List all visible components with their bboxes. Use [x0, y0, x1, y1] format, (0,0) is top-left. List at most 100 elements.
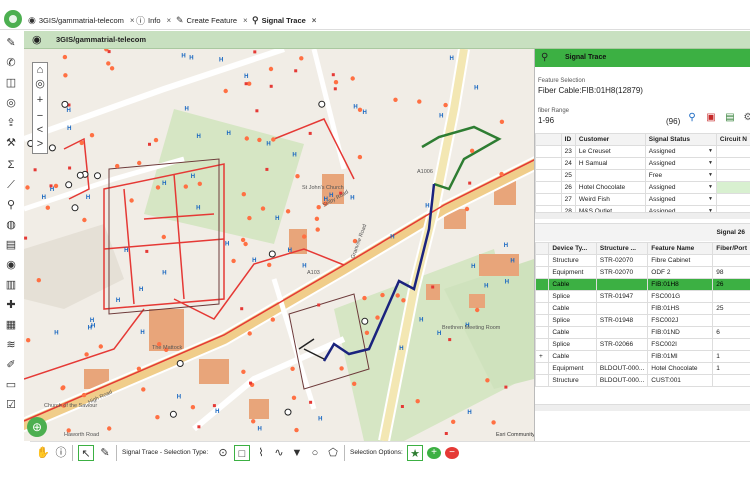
map-point-marker[interactable]: [475, 307, 480, 313]
splice-marker[interactable]: [431, 285, 435, 289]
map-point-marker[interactable]: [190, 405, 196, 410]
map-point-marker[interactable]: [153, 137, 159, 143]
export-icon[interactable]: ▣: [705, 112, 717, 124]
splice-marker[interactable]: [444, 432, 448, 435]
handhole-marker[interactable]: H: [450, 56, 454, 62]
map-point-marker[interactable]: [260, 206, 266, 211]
map-point-marker[interactable]: [109, 66, 115, 71]
map-point-marker[interactable]: [291, 395, 297, 400]
table-row[interactable]: Equipment STR-02070 ODF 2 98: [535, 266, 750, 279]
map-point-marker[interactable]: [469, 148, 475, 153]
map-point-marker[interactable]: [244, 136, 249, 141]
tag-icon[interactable]: ✐: [3, 357, 19, 373]
splice-marker[interactable]: [269, 84, 273, 88]
handhole-marker[interactable]: H: [196, 206, 200, 212]
polygon-select-icon[interactable]: ⬠: [326, 445, 340, 461]
line-select-icon[interactable]: ⌇: [254, 445, 268, 461]
map-point-marker[interactable]: [98, 344, 104, 349]
table-scrollbar[interactable]: [535, 212, 750, 219]
col-header[interactable]: Device Ty...: [548, 242, 597, 255]
ruler-icon[interactable]: ⟋: [3, 177, 19, 193]
map-point-marker[interactable]: [268, 66, 274, 72]
col-header[interactable]: Circuit N: [715, 133, 750, 146]
document-icon[interactable]: ▥: [3, 277, 19, 293]
close-icon[interactable]: ×: [243, 16, 248, 25]
handhole-marker[interactable]: H: [474, 85, 478, 91]
col-header[interactable]: ID: [560, 133, 576, 146]
pencil-icon[interactable]: ✎: [3, 35, 19, 51]
handhole-marker[interactable]: H: [185, 106, 189, 112]
table-row[interactable]: 25 Free ▼: [535, 169, 750, 182]
star-icon[interactable]: ★: [407, 445, 423, 461]
handhole-marker[interactable]: H: [425, 204, 429, 210]
handhole-marker[interactable]: H: [504, 243, 508, 249]
structure-marker[interactable]: [94, 172, 101, 180]
handhole-marker[interactable]: H: [437, 331, 441, 337]
close-icon[interactable]: ×: [130, 16, 135, 25]
report-icon[interactable]: ▤: [724, 112, 736, 124]
handhole-marker[interactable]: H: [90, 318, 94, 324]
map-point-marker[interactable]: [251, 419, 256, 424]
handhole-marker[interactable]: H: [124, 248, 128, 254]
map-point-marker[interactable]: [82, 217, 87, 223]
map-point-marker[interactable]: [240, 237, 246, 243]
handhole-marker[interactable]: H: [86, 195, 90, 201]
handhole-marker[interactable]: H: [42, 195, 46, 201]
splice-marker[interactable]: [240, 307, 244, 311]
tab-signal-trace[interactable]: ⚲ Signal Trace ×: [252, 12, 316, 28]
tab-info[interactable]: ⓘ Info ×: [136, 12, 171, 28]
map-point-marker[interactable]: [267, 262, 272, 268]
handhole-marker[interactable]: H: [116, 298, 120, 304]
splice-marker[interactable]: [107, 50, 111, 54]
map-point-marker[interactable]: [81, 392, 87, 398]
table-row[interactable]: 23 Le Creuset Assigned ▼: [535, 145, 750, 158]
map-point-marker[interactable]: [79, 140, 84, 146]
map-point-marker[interactable]: [155, 185, 161, 190]
excel-icon[interactable]: ▦: [3, 317, 19, 333]
handhole-marker[interactable]: H: [471, 264, 475, 270]
map-point-marker[interactable]: [294, 427, 299, 433]
splice-marker[interactable]: [333, 87, 337, 91]
map-point-marker[interactable]: [129, 198, 134, 203]
col-header[interactable]: Fiber/Port: [712, 242, 750, 255]
col-header[interactable]: Structure ...: [595, 242, 649, 255]
feature-selection-value[interactable]: Fiber Cable:FIB:01H8(12879): [538, 86, 643, 95]
profile-icon[interactable]: ◉: [3, 257, 19, 273]
map-point-marker[interactable]: [375, 315, 380, 320]
handhole-marker[interactable]: H: [140, 330, 144, 336]
handhole-marker[interactable]: H: [67, 126, 71, 132]
map-point-marker[interactable]: [464, 206, 470, 212]
zoom-out-button[interactable]: −: [33, 109, 47, 123]
map-point-marker[interactable]: [333, 80, 339, 85]
handhole-marker[interactable]: H: [419, 318, 423, 324]
chevron-down-icon[interactable]: ▼: [708, 196, 713, 202]
fiber-range-value[interactable]: 1-96: [538, 116, 554, 125]
handhole-marker[interactable]: H: [353, 104, 357, 110]
col-header[interactable]: Signal Status: [644, 133, 717, 146]
handhole-marker[interactable]: H: [54, 331, 58, 337]
splice-marker[interactable]: [68, 166, 72, 170]
handhole-marker[interactable]: H: [266, 142, 270, 148]
map-point-marker[interactable]: [243, 241, 248, 247]
layers-icon[interactable]: ≋: [3, 337, 19, 353]
table-scrollbar[interactable]: [535, 404, 750, 411]
map-point-marker[interactable]: [62, 54, 68, 60]
handhole-marker[interactable]: H: [219, 57, 223, 63]
close-icon[interactable]: ×: [167, 16, 172, 25]
handhole-marker[interactable]: H: [467, 410, 471, 416]
map-point-marker[interactable]: [417, 99, 422, 104]
splice-marker[interactable]: [468, 181, 472, 185]
map-view[interactable]: H H H H H H H H H H H H H H H H H H H H H H H H H H H H H H H H H H H H H H H H…: [24, 49, 534, 441]
map-point-marker[interactable]: [299, 56, 304, 61]
collapse-icon[interactable]: <: [33, 123, 47, 137]
map-point-marker[interactable]: [36, 278, 41, 283]
map-point-marker[interactable]: [316, 205, 321, 210]
structure-marker[interactable]: [318, 100, 326, 108]
splice-marker[interactable]: [294, 69, 298, 73]
map-point-marker[interactable]: [364, 330, 370, 335]
splice-marker[interactable]: [331, 73, 335, 77]
structure-marker[interactable]: [268, 250, 276, 258]
table-row[interactable]: Cable FIB:01HS 25: [535, 302, 750, 315]
handhole-marker[interactable]: H: [215, 409, 219, 415]
map-point-marker[interactable]: [393, 97, 398, 102]
